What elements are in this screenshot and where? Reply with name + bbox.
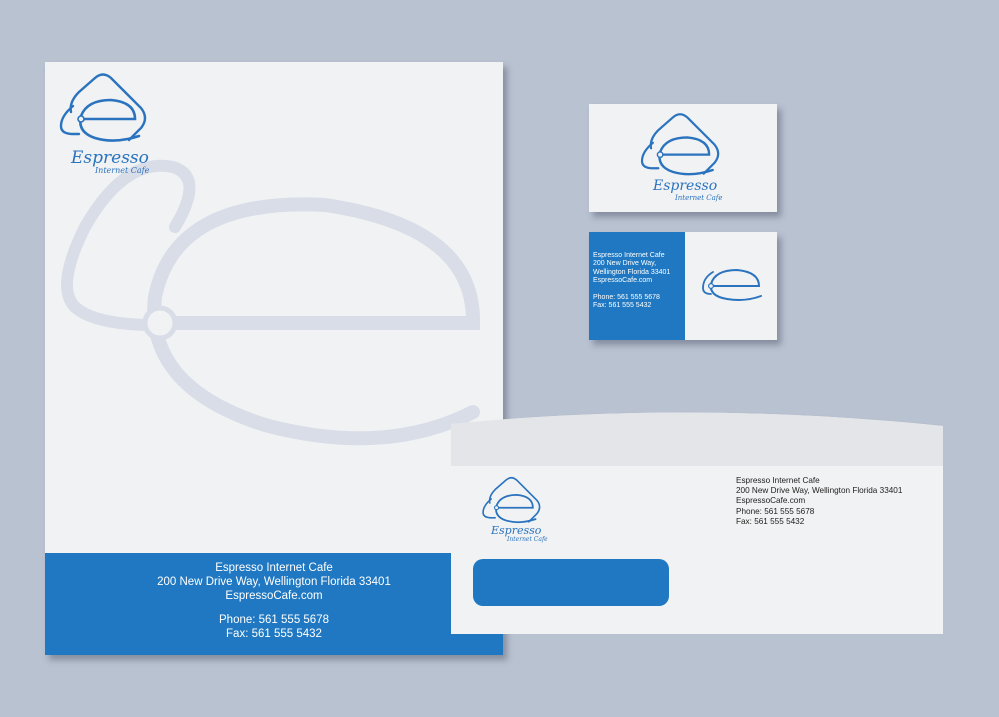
card-phone: Phone: 561 555 5678: [593, 293, 660, 301]
business-card-front: Espresso Internet Cafe: [589, 104, 777, 212]
card-fax: Fax: 561 555 5432: [593, 302, 652, 310]
e-mark-icon: [702, 268, 762, 301]
card-logo: Espresso Internet Cafe: [631, 112, 731, 202]
card-website: EspressoCafe.com: [593, 277, 653, 285]
logo-wordmark: Espresso: [71, 148, 149, 168]
logo-wordmark: Espresso: [653, 178, 718, 194]
letterhead: Espresso Internet Cafe Espresso Internet…: [45, 62, 503, 655]
envelope-address-window: [473, 559, 669, 606]
env-phone: Phone: 561 555 5678: [736, 506, 815, 516]
env-website: EspressoCafe.com: [736, 496, 806, 506]
card-address-line1: 200 New Drive Way,: [593, 260, 657, 268]
card-contact-panel: Espresso Internet Cafe 200 New Drive Way…: [589, 232, 685, 340]
envelope: Espresso Internet Cafe Espresso Internet…: [451, 408, 943, 634]
letterhead-footer: Espresso Internet Cafe 200 New Drive Way…: [45, 553, 503, 655]
coffee-bean-e-icon: [59, 73, 147, 142]
footer-phone: Phone: 561 555 5678: [219, 614, 329, 626]
logo-tagline: Internet Cafe: [675, 194, 723, 202]
env-address: 200 New Drive Way, Wellington Florida 33…: [736, 486, 903, 496]
envelope-logo: Espresso Internet Cafe: [475, 476, 549, 543]
watermark-e-icon: [61, 159, 481, 446]
footer-company: Espresso Internet Cafe: [215, 562, 333, 574]
logo-tagline: Internet Cafe: [507, 536, 548, 543]
footer-fax: Fax: 561 555 5432: [226, 628, 322, 640]
logo-tagline: Internet Cafe: [95, 166, 150, 175]
footer-address: 200 New Drive Way, Wellington Florida 33…: [157, 576, 391, 588]
footer-website: EspressoCafe.com: [225, 590, 323, 602]
card-company: Espresso Internet Cafe: [593, 252, 665, 259]
envelope-return-address: Espresso Internet Cafe 200 New Drive Way…: [736, 476, 902, 527]
business-card-back: Espresso Internet Cafe 200 New Drive Way…: [589, 232, 777, 340]
card-address-line2: Wellington Florida 33401: [593, 268, 671, 276]
letterhead-logo: Espresso Internet Cafe: [49, 72, 159, 175]
env-fax: Fax: 561 555 5432: [736, 516, 805, 526]
env-company: Espresso Internet Cafe: [736, 476, 820, 485]
